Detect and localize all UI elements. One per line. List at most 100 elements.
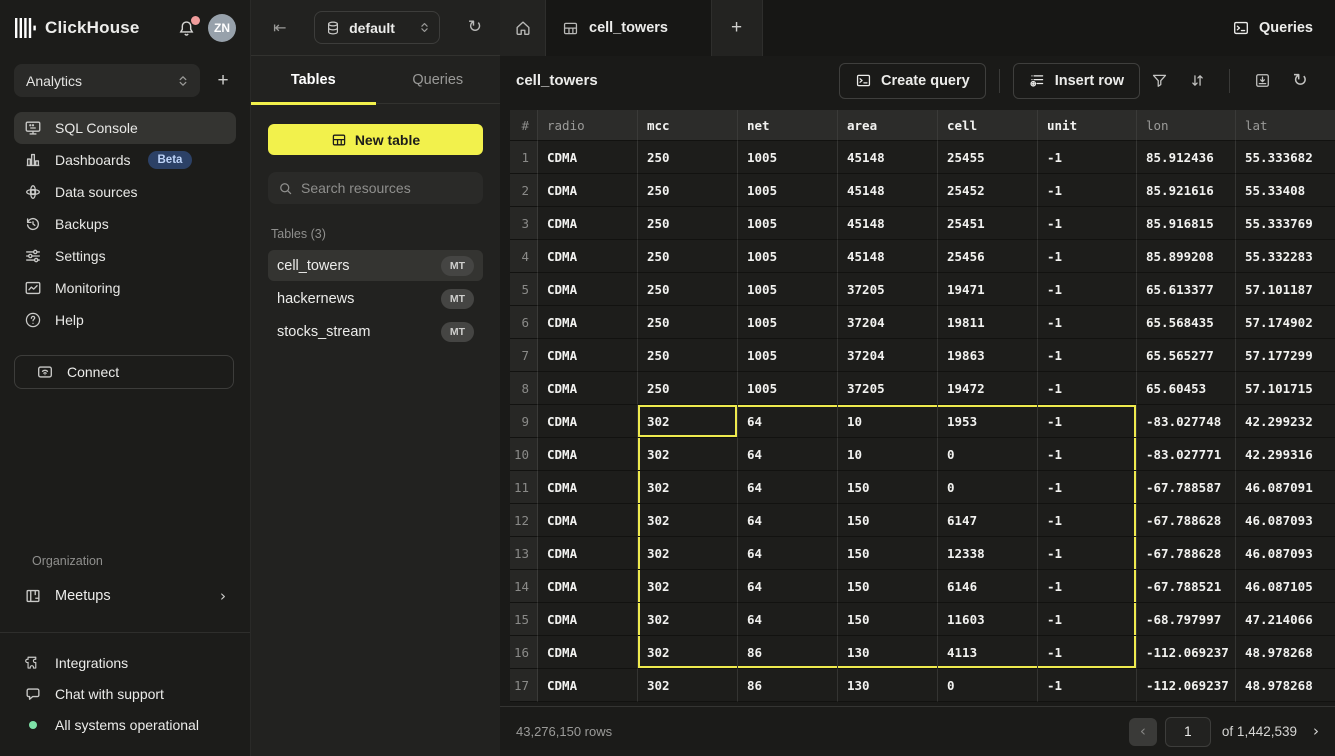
- cell-unit-row17[interactable]: -1: [1038, 669, 1137, 702]
- cell-radio-row9[interactable]: CDMA: [538, 405, 638, 438]
- cell-lon-row14[interactable]: -67.788521: [1137, 570, 1236, 603]
- cell-unit-row15[interactable]: -1: [1038, 603, 1137, 636]
- cell-radio-row1[interactable]: CDMA: [538, 141, 638, 174]
- sidebar-item-sql-console[interactable]: SQL Console: [14, 112, 236, 144]
- row-number[interactable]: 12: [510, 504, 538, 537]
- cell-lat-row16[interactable]: 48.978268: [1236, 636, 1335, 669]
- cell-radio-row3[interactable]: CDMA: [538, 207, 638, 240]
- brand[interactable]: ClickHouse: [14, 17, 177, 39]
- cell-unit-row3[interactable]: -1: [1038, 207, 1137, 240]
- cell-lon-row7[interactable]: 65.565277: [1137, 339, 1236, 372]
- row-number[interactable]: 17: [510, 669, 538, 702]
- cell-mcc-row13[interactable]: 302: [638, 537, 738, 570]
- cell-cell-row3[interactable]: 25451: [938, 207, 1038, 240]
- cell-lat-row12[interactable]: 46.087093: [1236, 504, 1335, 537]
- cell-lat-row2[interactable]: 55.33408: [1236, 174, 1335, 207]
- cell-area-row5[interactable]: 37205: [838, 273, 938, 306]
- cell-net-row10[interactable]: 64: [738, 438, 838, 471]
- cell-unit-row8[interactable]: -1: [1038, 372, 1137, 405]
- add-workspace-button[interactable]: +: [210, 68, 236, 94]
- cell-lon-row17[interactable]: -112.069237: [1137, 669, 1236, 702]
- cell-area-row6[interactable]: 37204: [838, 306, 938, 339]
- cell-unit-row10[interactable]: -1: [1038, 438, 1137, 471]
- cell-cell-row1[interactable]: 25455: [938, 141, 1038, 174]
- cell-area-row17[interactable]: 130: [838, 669, 938, 702]
- refresh-button[interactable]: ↻: [1281, 63, 1319, 99]
- cell-mcc-row1[interactable]: 250: [638, 141, 738, 174]
- column-header-cell[interactable]: cell: [938, 110, 1038, 141]
- cell-net-row5[interactable]: 1005: [738, 273, 838, 306]
- cell-mcc-row7[interactable]: 250: [638, 339, 738, 372]
- row-number[interactable]: 5: [510, 273, 538, 306]
- sidebar-item-dashboards[interactable]: Dashboards Beta: [14, 144, 236, 176]
- cell-unit-row1[interactable]: -1: [1038, 141, 1137, 174]
- cell-net-row14[interactable]: 64: [738, 570, 838, 603]
- cell-cell-row13[interactable]: 12338: [938, 537, 1038, 570]
- avatar[interactable]: ZN: [208, 14, 236, 42]
- search-input[interactable]: [301, 180, 482, 196]
- cell-unit-row6[interactable]: -1: [1038, 306, 1137, 339]
- connect-button[interactable]: Connect: [14, 355, 234, 389]
- table-item-stocks-stream[interactable]: stocks_stream MT: [268, 316, 483, 347]
- cell-unit-row9[interactable]: -1: [1038, 405, 1137, 438]
- sidebar-item-settings[interactable]: Settings: [14, 240, 236, 272]
- database-selector[interactable]: default: [314, 11, 440, 44]
- cell-lon-row12[interactable]: -67.788628: [1137, 504, 1236, 537]
- cell-unit-row13[interactable]: -1: [1038, 537, 1137, 570]
- workspace-selector[interactable]: Analytics: [14, 64, 200, 97]
- cell-lat-row6[interactable]: 57.174902: [1236, 306, 1335, 339]
- cell-net-row17[interactable]: 86: [738, 669, 838, 702]
- cell-net-row8[interactable]: 1005: [738, 372, 838, 405]
- filter-button[interactable]: [1140, 63, 1178, 99]
- cell-unit-row4[interactable]: -1: [1038, 240, 1137, 273]
- row-number[interactable]: 16: [510, 636, 538, 669]
- cell-area-row16[interactable]: 130: [838, 636, 938, 669]
- row-number[interactable]: 9: [510, 405, 538, 438]
- cell-area-row1[interactable]: 45148: [838, 141, 938, 174]
- cell-cell-row14[interactable]: 6146: [938, 570, 1038, 603]
- cell-radio-row6[interactable]: CDMA: [538, 306, 638, 339]
- cell-lat-row9[interactable]: 42.299232: [1236, 405, 1335, 438]
- cell-radio-row12[interactable]: CDMA: [538, 504, 638, 537]
- cell-lon-row16[interactable]: -112.069237: [1137, 636, 1236, 669]
- column-header-num[interactable]: #: [510, 110, 538, 141]
- cell-unit-row12[interactable]: -1: [1038, 504, 1137, 537]
- cell-cell-row6[interactable]: 19811: [938, 306, 1038, 339]
- cell-cell-row5[interactable]: 19471: [938, 273, 1038, 306]
- cell-net-row1[interactable]: 1005: [738, 141, 838, 174]
- cell-lat-row7[interactable]: 57.177299: [1236, 339, 1335, 372]
- cell-radio-row11[interactable]: CDMA: [538, 471, 638, 504]
- insert-row-button[interactable]: Insert row: [1013, 63, 1140, 99]
- row-number[interactable]: 14: [510, 570, 538, 603]
- cell-cell-row11[interactable]: 0: [938, 471, 1038, 504]
- cell-net-row7[interactable]: 1005: [738, 339, 838, 372]
- cell-area-row10[interactable]: 10: [838, 438, 938, 471]
- notifications-button[interactable]: [177, 19, 196, 38]
- queries-button[interactable]: Queries: [1232, 19, 1313, 37]
- table-item-cell-towers[interactable]: cell_towers MT: [268, 250, 483, 281]
- download-button[interactable]: [1243, 63, 1281, 99]
- sidebar-item-meetups[interactable]: Meetups ›: [14, 580, 236, 612]
- tab-tables[interactable]: Tables: [251, 56, 376, 103]
- cell-radio-row14[interactable]: CDMA: [538, 570, 638, 603]
- sidebar-item-data-sources[interactable]: Data sources: [14, 176, 236, 208]
- cell-cell-row17[interactable]: 0: [938, 669, 1038, 702]
- column-header-net[interactable]: net: [738, 110, 838, 141]
- cell-lat-row5[interactable]: 57.101187: [1236, 273, 1335, 306]
- create-query-button[interactable]: Create query: [839, 63, 986, 99]
- row-number[interactable]: 7: [510, 339, 538, 372]
- cell-mcc-row3[interactable]: 250: [638, 207, 738, 240]
- cell-area-row8[interactable]: 37205: [838, 372, 938, 405]
- row-number[interactable]: 1: [510, 141, 538, 174]
- sidebar-item-monitoring[interactable]: Monitoring: [14, 272, 236, 304]
- row-number[interactable]: 4: [510, 240, 538, 273]
- sidebar-item-help[interactable]: Help: [14, 304, 236, 336]
- cell-lon-row10[interactable]: -83.027771: [1137, 438, 1236, 471]
- cell-radio-row13[interactable]: CDMA: [538, 537, 638, 570]
- cell-unit-row11[interactable]: -1: [1038, 471, 1137, 504]
- cell-lon-row13[interactable]: -67.788628: [1137, 537, 1236, 570]
- cell-area-row13[interactable]: 150: [838, 537, 938, 570]
- new-table-button[interactable]: New table: [268, 124, 483, 155]
- cell-area-row4[interactable]: 45148: [838, 240, 938, 273]
- sidebar-item-integrations[interactable]: Integrations: [14, 647, 236, 678]
